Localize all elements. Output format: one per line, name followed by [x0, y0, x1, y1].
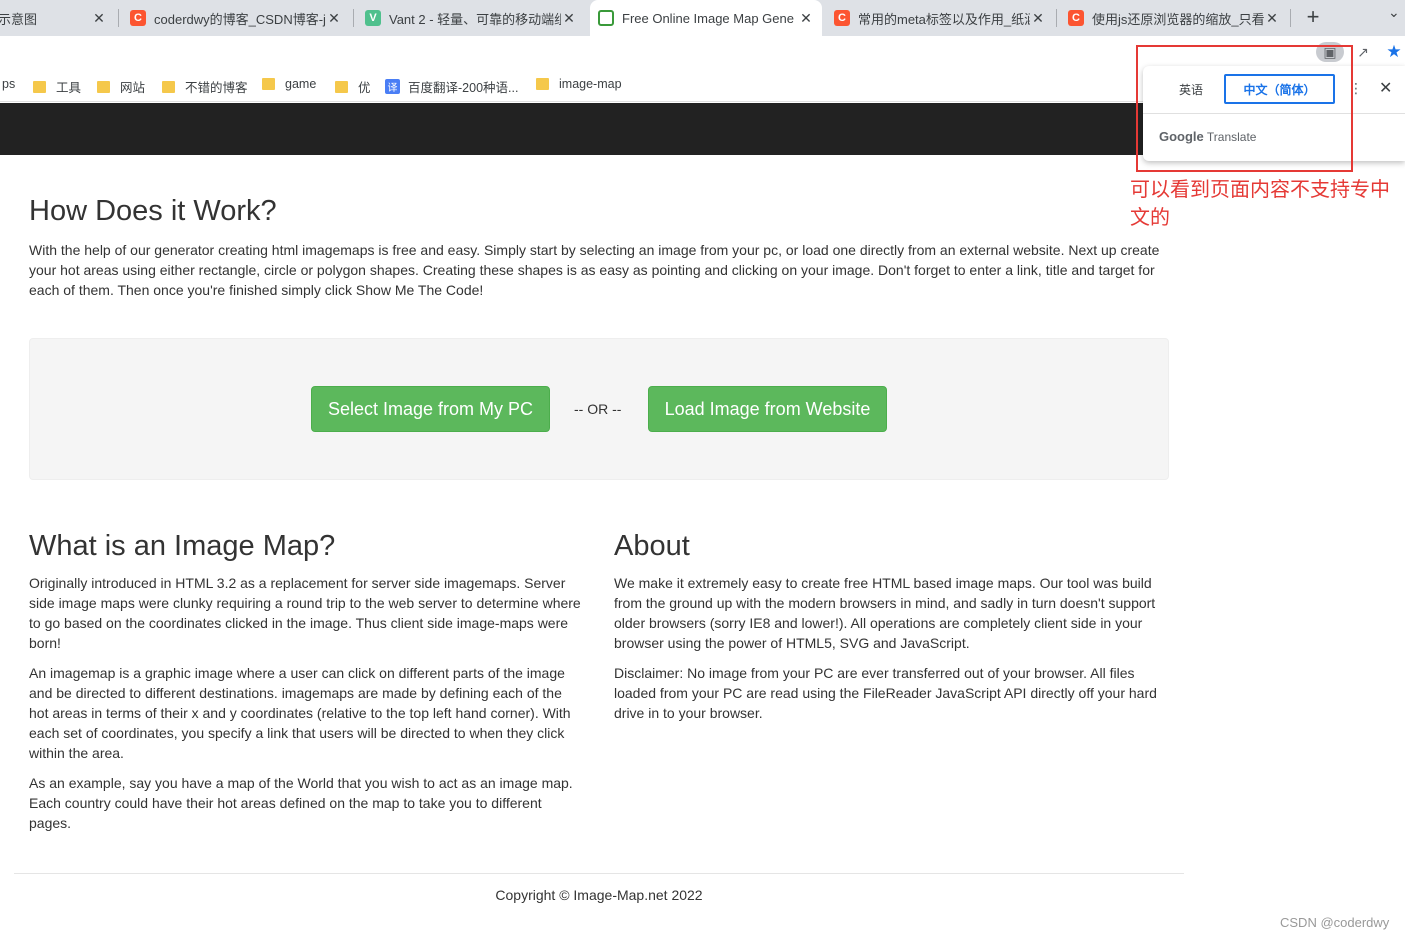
what-title: What is an Image Map?: [29, 530, 336, 562]
tab-separator: [118, 9, 119, 27]
annotation-text: 可以看到页面内容不支持专中文的: [1130, 179, 1390, 229]
tab-title: 示意图: [0, 11, 38, 27]
tab-image-map[interactable]: Free Online Image Map Gene ✕: [590, 0, 822, 36]
tab-title: Vant 2 - 轻量、可靠的移动端组: [389, 11, 561, 27]
tab-csdn-blog[interactable]: C coderdwy的博客_CSDN博客-js ✕: [122, 0, 350, 36]
about-paragraph-1: We make it extremely easy to create free…: [614, 574, 1156, 651]
tab-zoom[interactable]: C 使用js还原浏览器的缩放_只看远 ✕: [1060, 0, 1288, 36]
annotation-highlight-box: [1136, 45, 1353, 172]
csdn-icon: C: [834, 10, 850, 26]
new-tab-button[interactable]: +: [1300, 4, 1326, 30]
bookmark-label: 工具: [56, 81, 82, 95]
bookmark-sites[interactable]: 网站: [97, 77, 145, 96]
bookmark-you[interactable]: 优: [335, 77, 371, 96]
translate-icon: 译: [385, 79, 400, 94]
image-select-panel: Select Image from My PC -- OR -- Load Im…: [29, 338, 1169, 480]
folder-icon: [335, 80, 348, 93]
tab-title: coderdwy的博客_CSDN博客-js: [154, 11, 326, 27]
tab-title: 使用js还原浏览器的缩放_只看远: [1092, 11, 1264, 27]
tab-separator: [1290, 9, 1291, 27]
tab-diagram[interactable]: 示意图 ✕: [0, 0, 115, 36]
tab-search-chevron-icon[interactable]: ⌄: [1388, 4, 1400, 21]
or-separator: -- OR --: [574, 401, 622, 417]
close-icon[interactable]: ✕: [561, 10, 577, 27]
tab-separator: [353, 9, 354, 27]
bookmark-tools[interactable]: 工具: [33, 77, 81, 96]
vant-icon: V: [365, 10, 381, 26]
csdn-watermark: CSDN @coderdwy: [1280, 915, 1390, 930]
what-paragraph-2: An imagemap is a graphic image where a u…: [29, 664, 571, 761]
select-image-pc-button[interactable]: Select Image from My PC: [311, 386, 550, 432]
bookmark-label: 优: [358, 81, 371, 95]
what-paragraph-3: As an example, say you have a map of the…: [29, 774, 573, 831]
folder-icon: [262, 78, 275, 90]
bookmark-label: ps: [2, 77, 16, 91]
folder-icon: [162, 80, 175, 93]
bookmark-label: 网站: [120, 81, 146, 95]
folder-icon: [536, 78, 549, 90]
close-icon[interactable]: ✕: [1264, 10, 1280, 27]
footer-divider: [14, 873, 1184, 874]
bookmark-baidu-translate[interactable]: 译 百度翻译-200种语...: [385, 77, 518, 96]
close-icon[interactable]: ✕: [1030, 10, 1046, 27]
bookmark-game[interactable]: game: [262, 77, 316, 91]
tab-vant[interactable]: V Vant 2 - 轻量、可靠的移动端组 ✕: [357, 0, 585, 36]
about-title: About: [614, 530, 690, 562]
close-icon[interactable]: ✕: [1379, 78, 1392, 98]
tab-title: 常用的meta标签以及作用_纸涵: [858, 11, 1030, 27]
what-paragraph-1: Originally introduced in HTML 3.2 as a r…: [29, 574, 581, 651]
how-text: With the help of our generator creating …: [29, 241, 1160, 298]
how-it-works-section: How Does it Work? With the help of our g…: [29, 195, 1169, 300]
about-section: About We make it extremely easy to creat…: [614, 530, 1170, 733]
bookmark-label: image-map: [559, 77, 622, 91]
how-title: How Does it Work?: [29, 195, 277, 227]
about-paragraph-2: Disclaimer: No image from your PC are ev…: [614, 664, 1157, 721]
browser-tab-strip: 示意图 ✕ C coderdwy的博客_CSDN博客-js ✕ V Vant 2…: [0, 0, 1405, 36]
csdn-icon: C: [1068, 10, 1084, 26]
folder-icon: [33, 80, 46, 93]
bookmark-image-map[interactable]: image-map: [536, 77, 622, 91]
csdn-icon: C: [130, 10, 146, 26]
bookmark-label: 百度翻译-200种语...: [408, 81, 519, 95]
bookmark-blogs[interactable]: 不错的博客: [162, 77, 248, 96]
tab-separator: [1056, 9, 1057, 27]
footer-copyright: Copyright © Image-Map.net 2022: [495, 887, 703, 903]
share-icon[interactable]: ↗: [1352, 42, 1374, 62]
tab-meta[interactable]: C 常用的meta标签以及作用_纸涵 ✕: [826, 0, 1054, 36]
image-icon: [598, 10, 614, 26]
close-icon[interactable]: ✕: [798, 10, 814, 27]
bookmark-label: 不错的博客: [185, 81, 248, 95]
folder-icon: [97, 80, 110, 93]
close-icon[interactable]: ✕: [91, 10, 107, 27]
bookmark-label: game: [285, 77, 317, 91]
bookmark-star-icon[interactable]: ★: [1383, 42, 1405, 62]
what-is-image-map-section: What is an Image Map? Originally introdu…: [29, 530, 585, 843]
bookmark-ps[interactable]: ps: [2, 77, 15, 91]
close-icon[interactable]: ✕: [326, 10, 342, 27]
tab-title: Free Online Image Map Gene: [622, 10, 794, 26]
load-image-website-button[interactable]: Load Image from Website: [648, 386, 887, 432]
